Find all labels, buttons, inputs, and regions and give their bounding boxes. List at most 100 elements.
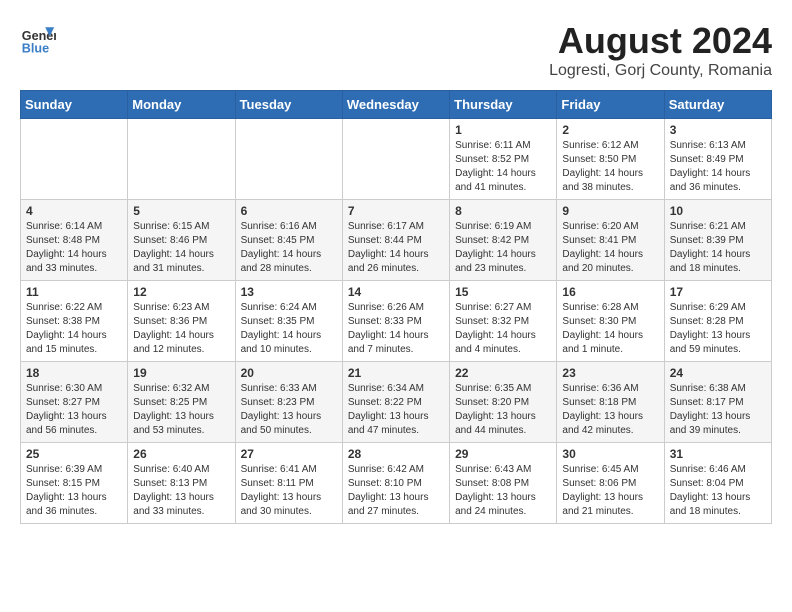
day-info: Sunrise: 6:32 AM Sunset: 8:25 PM Dayligh… [133,382,229,438]
day-info: Sunrise: 6:38 AM Sunset: 8:17 PM Dayligh… [670,382,766,438]
day-info: Sunrise: 6:33 AM Sunset: 8:23 PM Dayligh… [241,382,337,438]
table-row: 31 Sunrise: 6:46 AM Sunset: 8:04 PM Dayli… [664,443,771,524]
day-number: 29 [455,447,551,461]
calendar-week-row: 25 Sunrise: 6:39 AM Sunset: 8:15 PM Dayli… [21,443,772,524]
day-info: Sunrise: 6:27 AM Sunset: 8:32 PM Dayligh… [455,301,551,357]
day-number: 28 [348,447,444,461]
table-row: 30Sunrise: 6:45 AM Sunset: 8:06 PM Dayli… [557,443,664,524]
day-info: Sunrise: 6:13 AM Sunset: 8:49 PM Dayligh… [670,139,766,195]
col-saturday: Saturday [664,91,771,119]
calendar-week-row: 18 Sunrise: 6:30 AM Sunset: 8:27 PM Dayli… [21,362,772,443]
table-row: 5 Sunrise: 6:15 AM Sunset: 8:46 PM Daylig… [128,200,235,281]
day-info: Sunrise: 6:40 AM Sunset: 8:13 PM Dayligh… [133,463,229,519]
table-row: 10Sunrise: 6:21 AM Sunset: 8:39 PM Dayli… [664,200,771,281]
table-row: 29 Sunrise: 6:43 AM Sunset: 8:08 PM Dayli… [450,443,557,524]
day-number: 15 [455,285,551,299]
calendar: Sunday Monday Tuesday Wednesday Thursday… [20,90,772,524]
day-info: Sunrise: 6:41 AM Sunset: 8:11 PM Dayligh… [241,463,337,519]
day-number: 4 [26,204,122,218]
table-row: 8Sunrise: 6:19 AM Sunset: 8:42 PM Daylig… [450,200,557,281]
day-number: 25 [26,447,122,461]
day-number: 7 [348,204,444,218]
table-row: 12Sunrise: 6:23 AM Sunset: 8:36 PM Dayli… [128,281,235,362]
col-thursday: Thursday [450,91,557,119]
day-number: 19 [133,366,229,380]
table-row: 14 Sunrise: 6:26 AM Sunset: 8:33 PM Dayli… [342,281,449,362]
day-number: 20 [241,366,337,380]
day-info: Sunrise: 6:43 AM Sunset: 8:08 PM Dayligh… [455,463,551,519]
day-info: Sunrise: 6:11 AM Sunset: 8:52 PM Dayligh… [455,139,551,195]
day-info: Sunrise: 6:21 AM Sunset: 8:39 PM Dayligh… [670,220,766,276]
day-info: Sunrise: 6:35 AM Sunset: 8:20 PM Dayligh… [455,382,551,438]
day-number: 13 [241,285,337,299]
day-info: Sunrise: 6:45 AM Sunset: 8:06 PM Dayligh… [562,463,658,519]
title-area: August 2024 Logresti, Gorj County, Roman… [549,20,772,80]
table-row [21,119,128,200]
col-sunday: Sunday [21,91,128,119]
day-number: 11 [26,285,122,299]
header: General Blue August 2024 Logresti, Gorj … [20,20,772,80]
table-row: 13 Sunrise: 6:24 AM Sunset: 8:35 PM Dayli… [235,281,342,362]
day-info: Sunrise: 6:24 AM Sunset: 8:35 PM Dayligh… [241,301,337,357]
calendar-header-row: Sunday Monday Tuesday Wednesday Thursday… [21,91,772,119]
day-info: Sunrise: 6:26 AM Sunset: 8:33 PM Dayligh… [348,301,444,357]
col-wednesday: Wednesday [342,91,449,119]
table-row: 1Sunrise: 6:11 AM Sunset: 8:52 PM Daylig… [450,119,557,200]
table-row: 27 Sunrise: 6:41 AM Sunset: 8:11 PM Dayli… [235,443,342,524]
day-number: 3 [670,123,766,137]
day-info: Sunrise: 6:42 AM Sunset: 8:10 PM Dayligh… [348,463,444,519]
table-row: 19 Sunrise: 6:32 AM Sunset: 8:25 PM Dayli… [128,362,235,443]
calendar-week-row: 4 Sunrise: 6:14 AM Sunset: 8:48 PM Daylig… [21,200,772,281]
col-tuesday: Tuesday [235,91,342,119]
day-number: 26 [133,447,229,461]
day-number: 21 [348,366,444,380]
day-info: Sunrise: 6:30 AM Sunset: 8:27 PM Dayligh… [26,382,122,438]
calendar-week-row: 11Sunrise: 6:22 AM Sunset: 8:38 PM Dayli… [21,281,772,362]
day-info: Sunrise: 6:34 AM Sunset: 8:22 PM Dayligh… [348,382,444,438]
table-row [342,119,449,200]
table-row: 18 Sunrise: 6:30 AM Sunset: 8:27 PM Dayli… [21,362,128,443]
table-row [128,119,235,200]
day-number: 23 [562,366,658,380]
table-row: 26 Sunrise: 6:40 AM Sunset: 8:13 PM Dayli… [128,443,235,524]
day-number: 9 [562,204,658,218]
table-row [235,119,342,200]
day-number: 12 [133,285,229,299]
table-row: 22 Sunrise: 6:35 AM Sunset: 8:20 PM Dayli… [450,362,557,443]
day-number: 31 [670,447,766,461]
day-info: Sunrise: 6:39 AM Sunset: 8:15 PM Dayligh… [26,463,122,519]
table-row: 20 Sunrise: 6:33 AM Sunset: 8:23 PM Dayli… [235,362,342,443]
col-monday: Monday [128,91,235,119]
logo: General Blue [20,20,60,56]
table-row: 28 Sunrise: 6:42 AM Sunset: 8:10 PM Dayli… [342,443,449,524]
page-title: August 2024 [549,20,772,62]
table-row: 25 Sunrise: 6:39 AM Sunset: 8:15 PM Dayli… [21,443,128,524]
day-info: Sunrise: 6:12 AM Sunset: 8:50 PM Dayligh… [562,139,658,195]
table-row: 11Sunrise: 6:22 AM Sunset: 8:38 PM Dayli… [21,281,128,362]
day-number: 24 [670,366,766,380]
table-row: 15 Sunrise: 6:27 AM Sunset: 8:32 PM Dayli… [450,281,557,362]
day-info: Sunrise: 6:29 AM Sunset: 8:28 PM Dayligh… [670,301,766,357]
day-number: 22 [455,366,551,380]
day-info: Sunrise: 6:28 AM Sunset: 8:30 PM Dayligh… [562,301,658,357]
table-row: 16 Sunrise: 6:28 AM Sunset: 8:30 PM Dayli… [557,281,664,362]
table-row: 4 Sunrise: 6:14 AM Sunset: 8:48 PM Daylig… [21,200,128,281]
table-row: 23 Sunrise: 6:36 AM Sunset: 8:18 PM Dayli… [557,362,664,443]
day-info: Sunrise: 6:20 AM Sunset: 8:41 PM Dayligh… [562,220,658,276]
day-info: Sunrise: 6:14 AM Sunset: 8:48 PM Dayligh… [26,220,122,276]
day-info: Sunrise: 6:15 AM Sunset: 8:46 PM Dayligh… [133,220,229,276]
day-number: 5 [133,204,229,218]
table-row: 17 Sunrise: 6:29 AM Sunset: 8:28 PM Dayli… [664,281,771,362]
day-info: Sunrise: 6:46 AM Sunset: 8:04 PM Dayligh… [670,463,766,519]
day-number: 18 [26,366,122,380]
table-row: 2Sunrise: 6:12 AM Sunset: 8:50 PM Daylig… [557,119,664,200]
table-row: 24 Sunrise: 6:38 AM Sunset: 8:17 PM Dayli… [664,362,771,443]
day-number: 17 [670,285,766,299]
day-number: 27 [241,447,337,461]
day-number: 14 [348,285,444,299]
calendar-week-row: 1Sunrise: 6:11 AM Sunset: 8:52 PM Daylig… [21,119,772,200]
day-info: Sunrise: 6:36 AM Sunset: 8:18 PM Dayligh… [562,382,658,438]
table-row: 6Sunrise: 6:16 AM Sunset: 8:45 PM Daylig… [235,200,342,281]
day-number: 16 [562,285,658,299]
table-row: 3 Sunrise: 6:13 AM Sunset: 8:49 PM Daylig… [664,119,771,200]
